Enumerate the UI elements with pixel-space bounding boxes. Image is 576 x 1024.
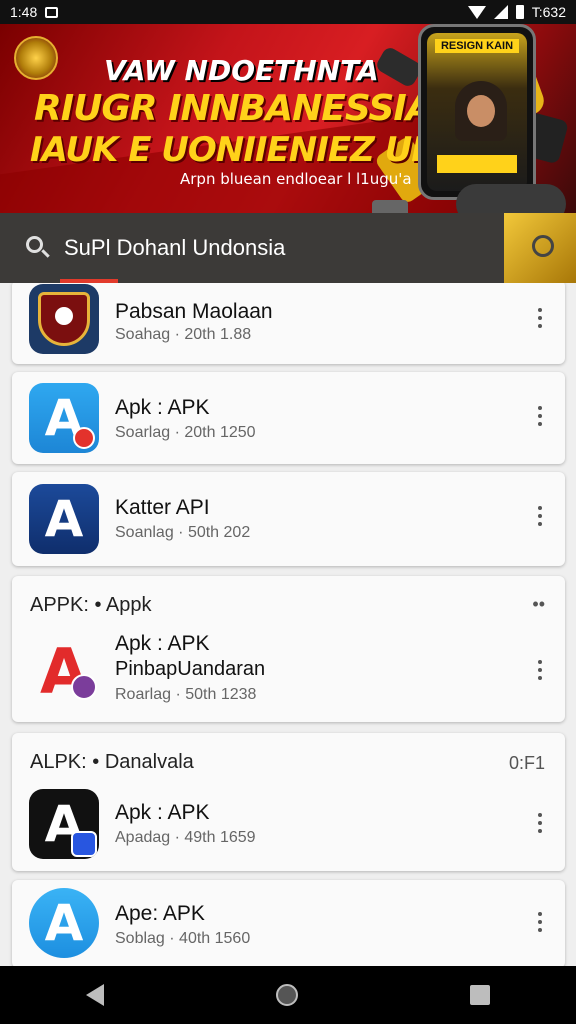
banner-subtitle: Arpn bluean endloear l l1ugu'a [180, 170, 412, 188]
list-item[interactable]: A Apk : APK Apadag · 49th 1659 [12, 789, 565, 869]
app-subname: PinbapUandaran [115, 658, 266, 680]
gadget-image [374, 45, 424, 89]
section-more[interactable]: •• [532, 594, 545, 615]
navigation-bar [0, 966, 576, 1024]
list-item[interactable]: A Ape: APK Soblag · 40th 1560 [12, 880, 565, 960]
app-name: Pabsan Maolaan [115, 300, 273, 323]
person-image [455, 81, 507, 141]
more-options-icon[interactable] [531, 811, 549, 835]
gadget-image [504, 213, 576, 283]
search-icon[interactable] [26, 236, 50, 260]
signal-icon [493, 5, 508, 19]
banner-headline-1: VAW NDOETHNTA [104, 54, 379, 87]
app-meta: Soahag · 20th 1.88 [115, 326, 252, 343]
app-card[interactable]: A Apk : APK Soarlag · 20th 1250 [12, 372, 565, 464]
section-title: ALPK: • Danalvala [30, 751, 194, 773]
notification-icon [45, 6, 59, 18]
app-name: Ape: APK [115, 902, 205, 925]
status-right-time: T:632 [531, 4, 566, 20]
list-item[interactable]: A Apk : APK Soarlag · 20th 1250 [12, 372, 565, 453]
home-icon[interactable] [276, 984, 298, 1006]
apk-lightblue-icon: A [29, 888, 99, 958]
app-card[interactable]: A Ape: APK Soblag · 40th 1560 [12, 880, 565, 968]
banner-headline-3: IAUK E UONIIENIEZ UM? [30, 130, 464, 170]
app-name: Katter API [115, 496, 210, 519]
app-meta: Soblag · 40th 1560 [115, 930, 251, 947]
wifi-icon [467, 5, 486, 19]
gadget-image [372, 200, 408, 214]
more-options-icon[interactable] [531, 306, 549, 330]
app-meta: Soarlag · 20th 1250 [115, 424, 256, 441]
search-bar[interactable]: SuPl Dohanl Undonsia [0, 213, 576, 283]
app-card[interactable]: ALPK: • Danalvala 0:F1 A Apk : APK Apada… [12, 733, 565, 871]
list-item[interactable]: A Katter API Soanlag · 50th 202 [12, 472, 565, 554]
app-meta: Soanlag · 50th 202 [115, 524, 251, 541]
apk-black-icon: A [29, 789, 99, 859]
apk-darkblue-icon: A [29, 484, 99, 554]
gadget-image [456, 184, 566, 214]
more-options-icon[interactable] [531, 910, 549, 934]
section-more[interactable]: 0:F1 [509, 753, 545, 774]
phone-image: RESIGN KAIN [418, 24, 536, 200]
app-name: Apk : APK [115, 396, 210, 419]
apk-blue-icon: A [29, 383, 99, 453]
search-input[interactable]: SuPl Dohanl Undonsia [64, 235, 285, 261]
promo-banner[interactable]: VAW NDOETHNTA RIUGR INNBANESSIAN IAUK E … [0, 24, 576, 214]
more-options-icon[interactable] [531, 658, 549, 682]
back-icon[interactable] [86, 984, 104, 1006]
app-meta: Roarlag · 50th 1238 [115, 686, 257, 703]
lens-icon [532, 235, 554, 257]
phone-title: RESIGN KAIN [435, 39, 519, 53]
apk-red-icon: A [29, 636, 99, 706]
phone-strip [437, 155, 517, 173]
app-name: Apk : APK [115, 801, 210, 824]
app-card[interactable]: Pabsan Maolaan Soahag · 20th 1.88 [12, 280, 565, 364]
battery-icon [515, 5, 524, 19]
banner-headline-2: RIUGR INNBANESSIAN [34, 88, 463, 129]
list-item[interactable]: A Apk : APK PinbapUandaran Roarlag · 50t… [12, 628, 565, 708]
more-options-icon[interactable] [531, 404, 549, 428]
emblem-icon [14, 36, 58, 80]
status-time: 1:48 [10, 4, 38, 20]
app-card[interactable]: A Katter API Soanlag · 50th 202 [12, 472, 565, 566]
app-meta: Apadag · 49th 1659 [115, 829, 256, 846]
more-options-icon[interactable] [531, 504, 549, 528]
list-item[interactable]: Pabsan Maolaan Soahag · 20th 1.88 [12, 280, 565, 360]
app-card[interactable]: APPK: • Appk •• A Apk : APK PinbapUandar… [12, 576, 565, 722]
status-bar: 1:48 T:632 [0, 0, 576, 24]
search-accent [60, 279, 118, 283]
emblem-icon [29, 284, 99, 354]
app-name: Apk : APK [115, 632, 210, 655]
recents-icon[interactable] [470, 985, 490, 1005]
section-title: APPK: • Appk [30, 594, 152, 616]
